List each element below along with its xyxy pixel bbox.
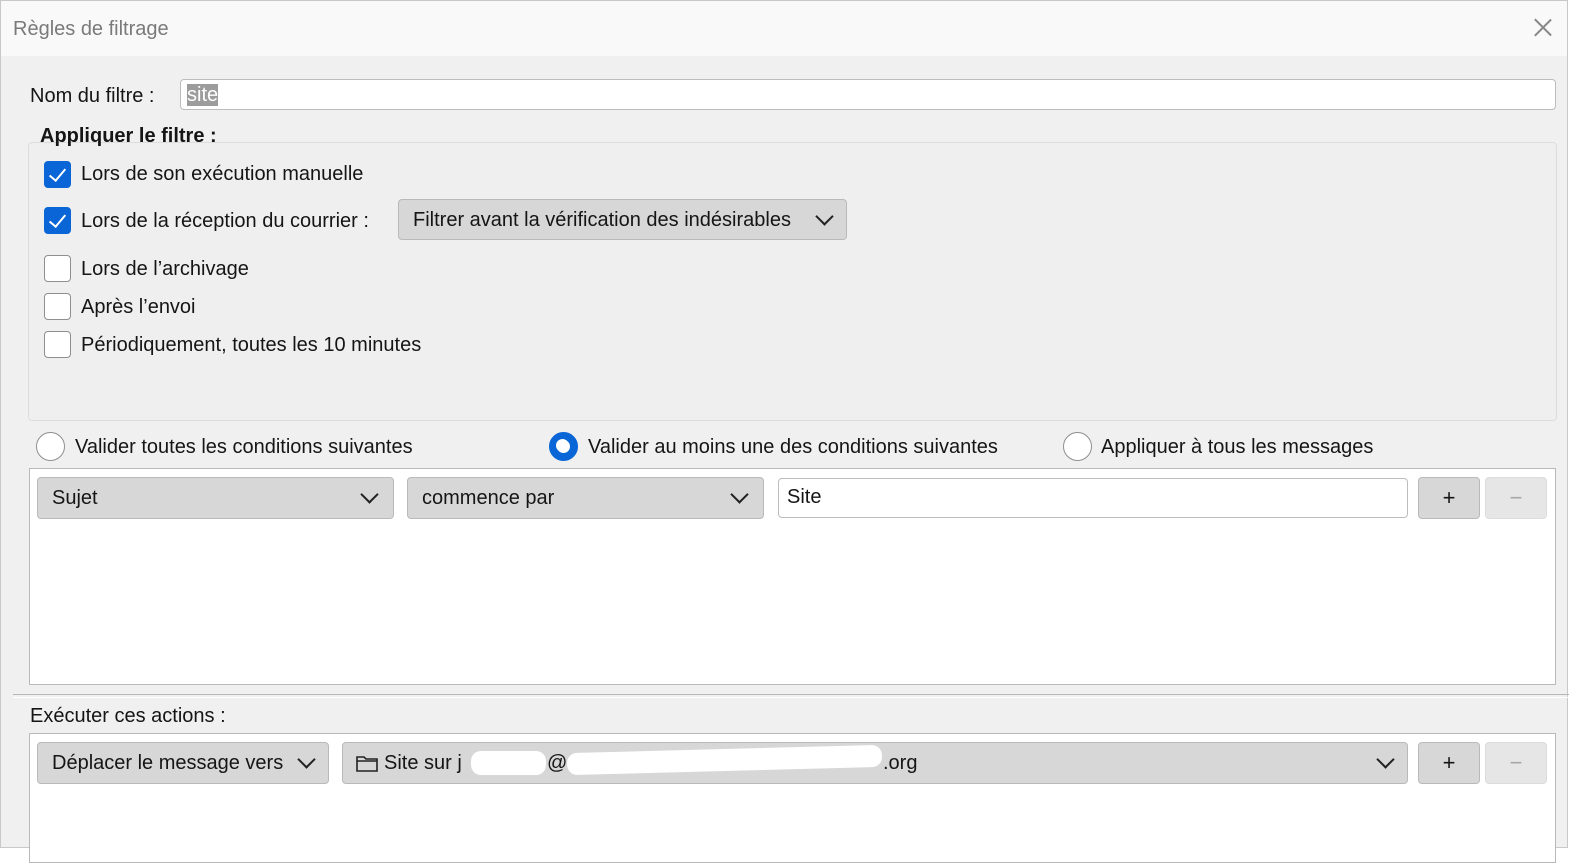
match-all-label: Valider toutes les conditions suivantes xyxy=(75,436,413,458)
match-all-messages-radio[interactable] xyxy=(1063,432,1092,461)
filter-name-input[interactable]: site xyxy=(180,79,1556,110)
condition-field-dropdown[interactable]: Sujet xyxy=(37,477,394,519)
on-receive-checkbox[interactable] xyxy=(44,207,71,234)
add-action-button[interactable]: + xyxy=(1418,742,1480,784)
manual-run-checkbox[interactable] xyxy=(44,161,71,188)
match-all-radio[interactable] xyxy=(36,432,65,461)
title-bar: Règles de filtrage xyxy=(1,1,1567,56)
section-divider xyxy=(13,694,1569,695)
remove-condition-button[interactable]: − xyxy=(1485,477,1547,519)
redaction-mark xyxy=(566,744,883,776)
filter-name-label-text: Nom du filtre : xyxy=(30,85,155,107)
match-any-radio[interactable] xyxy=(549,432,578,461)
actions-label: Exécuter ces actions : xyxy=(30,705,226,727)
on-receive-label: Lors de la réception du courrier : xyxy=(81,210,369,232)
target-folder-start: Site sur j xyxy=(384,752,462,774)
manual-run-label: Lors de son exécution manuelle xyxy=(81,163,364,185)
chevron-down-icon xyxy=(1376,750,1395,769)
condition-operator-value: commence par xyxy=(422,487,555,509)
action-type-value: Déplacer le message vers xyxy=(52,752,284,774)
redaction-mark xyxy=(471,751,546,775)
on-archive-checkbox[interactable] xyxy=(44,255,71,282)
periodic-label: Périodiquement, toutes les 10 minutes xyxy=(81,334,422,356)
remove-action-button[interactable]: − xyxy=(1485,742,1547,784)
chevron-down-icon xyxy=(815,207,834,226)
filter-name-value: site xyxy=(187,84,219,106)
reception-mode-dropdown[interactable]: Filtrer avant la vérification des indési… xyxy=(398,199,847,240)
condition-operator-dropdown[interactable]: commence par xyxy=(407,477,764,519)
folder-icon xyxy=(356,756,378,772)
add-condition-button[interactable]: + xyxy=(1418,477,1480,519)
chevron-down-icon xyxy=(730,485,749,504)
filter-rules-dialog: Règles de filtrage Nom du filtre : site … xyxy=(0,0,1569,863)
reception-mode-value: Filtrer avant la vérification des indési… xyxy=(413,209,791,231)
dialog-title: Règles de filtrage xyxy=(13,18,169,40)
condition-value-input[interactable]: Site xyxy=(778,478,1408,518)
on-archive-label: Lors de l’archivage xyxy=(81,258,249,280)
target-folder-at: @ xyxy=(547,752,568,774)
condition-field-value: Sujet xyxy=(52,487,98,509)
after-send-label: Après l’envoi xyxy=(81,296,196,318)
target-folder-end: .org xyxy=(883,752,918,774)
filter-name-label: Nom du filtre : xyxy=(30,85,154,108)
periodic-checkbox[interactable] xyxy=(44,331,71,358)
close-icon[interactable] xyxy=(1533,17,1553,37)
match-any-label: Valider au moins une des conditions suiv… xyxy=(588,436,998,458)
chevron-down-icon xyxy=(360,485,379,504)
action-type-dropdown[interactable]: Déplacer le message vers xyxy=(37,742,329,784)
apply-filter-title: Appliquer le filtre : xyxy=(40,125,217,147)
chevron-down-icon xyxy=(297,750,316,769)
condition-value-text: Site xyxy=(787,486,822,508)
section-divider-highlight xyxy=(13,697,1569,698)
match-all-messages-label: Appliquer à tous les messages xyxy=(1101,436,1374,458)
after-send-checkbox[interactable] xyxy=(44,293,71,320)
action-target-folder-dropdown[interactable]: Site sur j @ .org xyxy=(342,742,1408,784)
